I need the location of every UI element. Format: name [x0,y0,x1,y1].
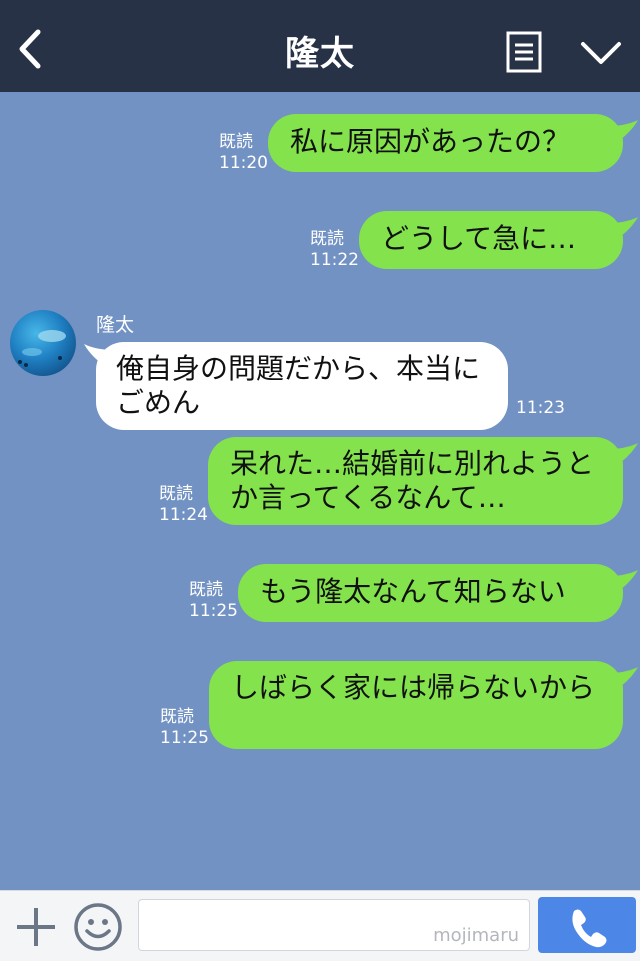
bubble-tail [608,217,638,241]
message-text: 俺自身の問題だから、本当にごめん [116,352,481,419]
message-text: 呆れた…結婚前に別れようとか言ってくるなんて… [230,447,595,514]
message-meta: 既読 11:24 [159,484,208,526]
message-meta: 既読 11:22 [310,229,359,271]
bubble-tail [608,667,638,691]
sender-name: 隆太 [96,314,135,336]
message-bubble-received[interactable]: 俺自身の問題だから、本当にごめん [96,342,508,430]
call-button[interactable] [538,897,636,953]
bubble-tail [608,120,638,144]
chat-title: 隆太 [285,34,355,74]
message-text: どうして急に… [381,222,577,255]
contact-avatar[interactable] [10,310,76,376]
message-time: 11:24 [159,505,208,525]
message-time: 11:25 [160,728,209,748]
message-meta: 既読 11:20 [219,132,268,174]
message-bubble-sent[interactable]: どうして急に… [359,211,623,269]
message-text: もう隆太なんて知らない [260,575,566,608]
watermark: mojimaru [433,925,519,946]
message-time: 11:25 [189,601,238,621]
message-bubble-sent[interactable]: もう隆太なんて知らない [238,564,623,622]
message-time: 11:23 [516,398,565,418]
bubble-tail [608,443,638,467]
ocean-fish-avatar [16,330,66,370]
dropdown-button[interactable] [580,38,622,68]
read-receipt: 既読 [219,132,253,152]
plus-icon [17,908,55,946]
message-text: しばらく家には帰らないから [231,671,596,704]
message-text: 私に原因があったの？ [290,125,571,158]
emoji-button[interactable] [72,901,124,953]
phone-icon [572,909,607,948]
message-time: 11:20 [219,153,268,173]
read-receipt: 既読 [160,707,194,727]
message-time: 11:22 [310,250,359,270]
message-meta: 既読 11:25 [189,580,238,622]
document-menu-icon [506,31,542,73]
message-bubble-sent[interactable]: 呆れた…結婚前に別れようとか言ってくるなんて… [208,437,623,525]
message-bubble-sent[interactable]: 私に原因があったの？ [268,114,623,172]
add-attachment-button[interactable] [14,905,58,949]
read-receipt: 既読 [159,484,193,504]
read-receipt: 既読 [310,229,344,249]
chevron-down-icon [581,42,621,64]
read-receipt: 既読 [189,580,223,600]
message-bubble-sent[interactable]: しばらく家には帰らないから [209,661,623,749]
message-meta: 既読 11:25 [160,707,209,749]
chat-header: 隆太 [0,0,640,92]
message-input-bar: mojimaru [0,890,640,961]
smiley-icon [74,903,122,951]
message-input[interactable]: mojimaru [138,899,530,951]
notes-menu-button[interactable] [506,31,542,73]
chat-area[interactable]: 既読 11:20 私に原因があったの？ 既読 11:22 どうして急に… 隆太 … [0,92,640,890]
bubble-tail [608,570,638,594]
